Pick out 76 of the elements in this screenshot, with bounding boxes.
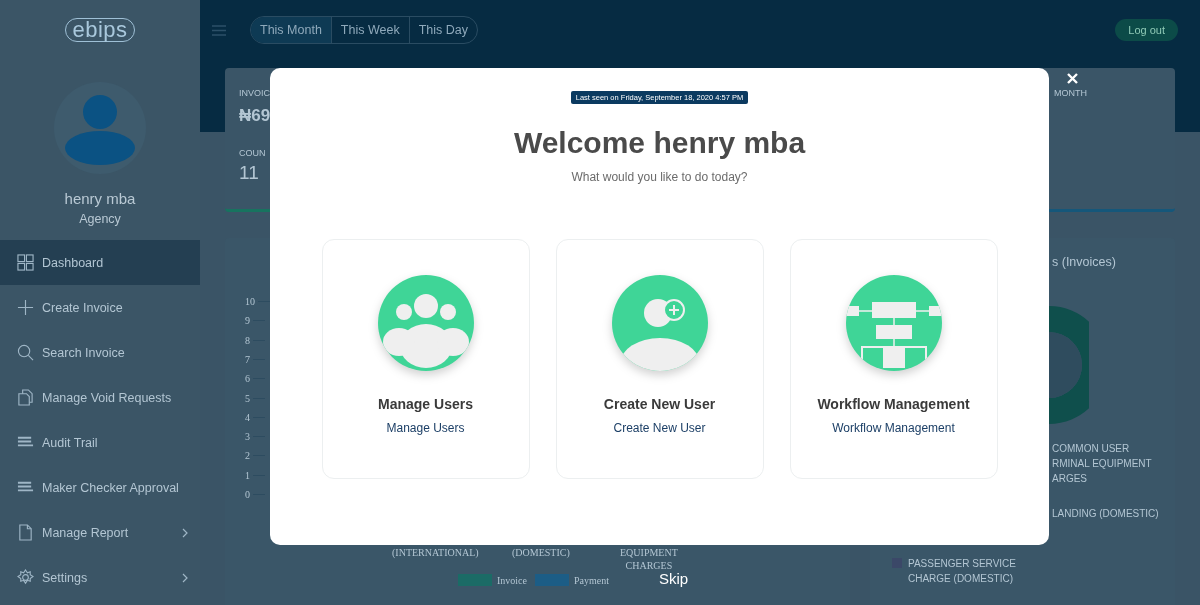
dialog-title: Welcome henry mba — [513, 126, 806, 160]
card-title: Workflow Management — [817, 396, 970, 412]
document-icon — [17, 524, 34, 541]
legend-label: Invoice — [497, 574, 527, 586]
action-card[interactable]: Create New User Create New User — [555, 239, 764, 479]
flowchart-icon — [844, 274, 943, 372]
sidebar-label: Maker Checker Approval — [42, 480, 180, 495]
card-title: Create New User — [603, 396, 716, 412]
axis-tick-label: 8 — [245, 334, 250, 346]
sidebar-item[interactable]: Manage Report — [0, 510, 200, 555]
users-icon — [376, 274, 475, 372]
sidebar-item[interactable]: Manage Void Requests — [0, 375, 200, 420]
sidebar-item[interactable]: Settings — [0, 555, 200, 600]
card-link[interactable]: Create New User — [613, 421, 706, 435]
stat-count: 11 — [239, 162, 260, 184]
axis-category-label: CHARGES — [625, 559, 673, 572]
settings-icon — [17, 569, 34, 586]
plus-icon — [17, 299, 34, 316]
legend-label: PASSENGER SERVICE — [908, 557, 1016, 571]
sidebar-label: Create Invoice — [42, 300, 124, 315]
user-role: Agency — [78, 212, 122, 226]
axis-tick-label: 6 — [245, 373, 250, 385]
avatar-icon — [54, 82, 146, 174]
sidebar-item[interactable]: Dashboard — [0, 240, 200, 285]
card-title: Manage Users — [378, 396, 473, 412]
axis-category-label: (DOMESTIC) — [512, 546, 570, 559]
legend-label: Payment — [574, 574, 609, 586]
close-icon[interactable] — [1067, 73, 1078, 84]
dialog-subtitle: What would you like to do today? — [571, 170, 748, 184]
sidebar-item[interactable]: Create Invoice — [0, 285, 200, 330]
chart-title: s (Invoices) — [1051, 255, 1117, 269]
search-icon — [17, 344, 34, 361]
axis-tick-label: 7 — [245, 353, 250, 365]
stat-label: INVOIC — [239, 88, 271, 98]
card-link[interactable]: Manage Users — [386, 421, 465, 435]
action-card[interactable]: Manage Users Manage Users — [321, 239, 530, 479]
documents-icon — [17, 389, 34, 406]
chevron-icon — [182, 527, 188, 538]
period-tab[interactable]: This Week — [330, 17, 409, 43]
sidebar-item[interactable]: Audit Trail — [0, 420, 200, 465]
axis-tick-label: 2 — [245, 450, 250, 462]
axis-tick-label: 4 — [245, 411, 250, 423]
card-link[interactable]: Workflow Management — [832, 421, 955, 435]
period-tab[interactable]: This Month — [251, 17, 331, 43]
chevron-icon — [182, 572, 188, 583]
sidebar-item[interactable]: Maker Checker Approval — [0, 465, 200, 510]
sidebar-label: Dashboard — [42, 255, 105, 270]
sidebar-label: Settings — [42, 570, 89, 585]
axis-tick-label: 5 — [245, 392, 250, 404]
user-name: henry mba — [63, 190, 137, 207]
sidebar-label: Audit Trail — [42, 435, 99, 450]
axis-tick-label: 3 — [245, 431, 250, 443]
grid-icon — [17, 254, 34, 271]
axis-category-label: (INTERNATIONAL) — [392, 546, 479, 559]
legend-label: LANDING (DOMESTIC) — [1052, 507, 1159, 521]
sidebar-label: Search Invoice — [42, 345, 126, 360]
legend-label: CHARGE (DOMESTIC) — [908, 572, 1014, 586]
axis-tick-label: 10 — [245, 296, 255, 307]
add-user-icon — [610, 274, 709, 372]
stat-amount: ₦69 — [239, 106, 272, 126]
skip-link[interactable]: Skip — [659, 570, 689, 587]
axis-tick-label: 9 — [245, 315, 250, 327]
stat-label: MONTH — [1053, 88, 1088, 98]
logout-button[interactable]: Log out — [1115, 19, 1178, 41]
sidebar-label: Manage Void Requests — [42, 390, 173, 405]
legend-label: ARGES — [1052, 472, 1088, 486]
axis-tick-label: 0 — [245, 489, 250, 500]
stat-label: COUN — [239, 148, 267, 158]
legend-label: RMINAL EQUIPMENT — [1052, 457, 1152, 471]
legend-label: COMMON USER — [1052, 442, 1131, 456]
action-card[interactable]: Workflow Management Workflow Management — [789, 239, 998, 479]
axis-category-label: EQUIPMENT — [620, 546, 678, 559]
period-tab[interactable]: This Day — [408, 17, 477, 43]
sidebar-item[interactable]: Search Invoice — [0, 330, 200, 375]
axis-tick-label: 1 — [245, 469, 250, 481]
sidebar-label: Manage Report — [42, 525, 130, 540]
